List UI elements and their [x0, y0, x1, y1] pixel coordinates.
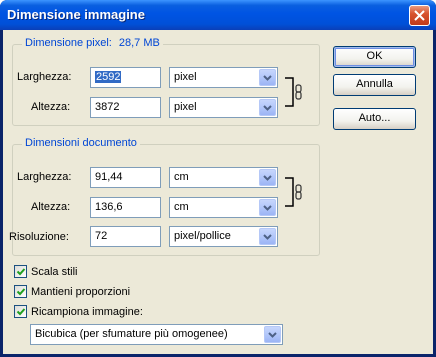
doc-height-value: 136,6 — [95, 201, 123, 213]
pixel-height-unit-select[interactable]: pixel — [169, 97, 278, 118]
pixel-size-value: 28,7 MB — [118, 37, 160, 49]
scale-styles-label: Scala stili — [31, 265, 78, 278]
checkmark-icon — [16, 268, 26, 276]
doc-height-label: Altezza: — [31, 201, 71, 213]
proportion-bracket-icon — [285, 77, 294, 107]
constrain-proportions-label: Mantieni proporzioni — [31, 285, 131, 298]
doc-height-unit-select[interactable]: cm — [169, 197, 278, 218]
document-dimensions-title: Dimensioni documento — [22, 137, 140, 149]
chevron-down-icon — [263, 75, 272, 81]
chevron-down-icon — [263, 234, 272, 240]
chevron-down-icon — [268, 332, 277, 338]
pixel-width-unit-select[interactable]: pixel — [169, 67, 278, 88]
pixel-width-input[interactable]: 2592 — [90, 67, 161, 88]
scale-styles-checkbox[interactable] — [14, 265, 27, 278]
pixel-dimensions-title: Dimensione pixel: 28,7 MB — [22, 37, 163, 49]
pixel-height-unit: pixel — [174, 101, 197, 113]
dialog-client: Dimensione pixel: 28,7 MB Larghezza: 259… — [3, 30, 433, 354]
auto-button[interactable]: Auto... — [333, 108, 416, 130]
dropdown-button[interactable] — [259, 69, 276, 86]
dropdown-button[interactable] — [259, 169, 276, 186]
dropdown-button[interactable] — [259, 99, 276, 116]
chevron-down-icon — [263, 175, 272, 181]
dialog-window: Dimensione immagine Dimensione pixel: 28… — [0, 0, 436, 357]
chevron-down-icon — [263, 205, 272, 211]
resample-label: Ricampiona immagine: — [31, 305, 143, 318]
checkmark-icon — [16, 288, 26, 296]
cancel-button[interactable]: Annulla — [333, 74, 416, 96]
pixel-width-unit: pixel — [174, 71, 197, 83]
pixel-height-label: Altezza: — [31, 101, 71, 113]
constrain-proportions-option[interactable]: Mantieni proporzioni — [14, 284, 130, 299]
doc-width-value: 91,44 — [95, 171, 123, 183]
pixel-dimensions-label: Dimensione pixel: — [25, 37, 112, 49]
doc-width-unit-select[interactable]: cm — [169, 167, 278, 188]
dropdown-button[interactable] — [259, 199, 276, 216]
close-icon — [414, 10, 425, 21]
checkmark-icon — [16, 308, 26, 316]
dropdown-button[interactable] — [259, 228, 276, 245]
proportion-bracket-icon — [285, 177, 294, 207]
resolution-input[interactable]: 72 — [90, 226, 161, 247]
resolution-value: 72 — [95, 230, 108, 242]
chevron-down-icon — [263, 105, 272, 111]
resample-option[interactable]: Ricampiona immagine: — [14, 304, 143, 319]
pixel-height-value: 3872 — [95, 101, 120, 113]
doc-width-label: Larghezza: — [17, 171, 72, 183]
resolution-label: Risoluzione: — [9, 231, 69, 243]
close-button[interactable] — [409, 5, 430, 26]
title-bar[interactable]: Dimensione immagine — [0, 0, 436, 30]
resample-method-select[interactable]: Bicubica (per sfumature più omogenee) — [30, 324, 283, 345]
doc-height-input[interactable]: 136,6 — [90, 197, 161, 218]
resample-checkbox[interactable] — [14, 305, 27, 318]
resolution-unit: pixel/pollice — [174, 230, 231, 242]
doc-width-unit: cm — [174, 171, 189, 183]
link-chain-icon — [295, 184, 302, 200]
resample-method-value: Bicubica (per sfumature più omogenee) — [35, 328, 228, 340]
ok-button[interactable]: OK — [333, 46, 416, 68]
doc-width-input[interactable]: 91,44 — [90, 167, 161, 188]
pixel-height-input[interactable]: 3872 — [90, 97, 161, 118]
doc-height-unit: cm — [174, 201, 189, 213]
pixel-width-value: 2592 — [95, 71, 122, 83]
link-chain-icon — [295, 84, 302, 100]
scale-styles-option[interactable]: Scala stili — [14, 264, 77, 279]
dropdown-button[interactable] — [264, 326, 281, 343]
pixel-width-label: Larghezza: — [17, 71, 72, 83]
resolution-unit-select[interactable]: pixel/pollice — [169, 226, 278, 247]
window-title: Dimensione immagine — [7, 7, 145, 22]
constrain-proportions-checkbox[interactable] — [14, 285, 27, 298]
